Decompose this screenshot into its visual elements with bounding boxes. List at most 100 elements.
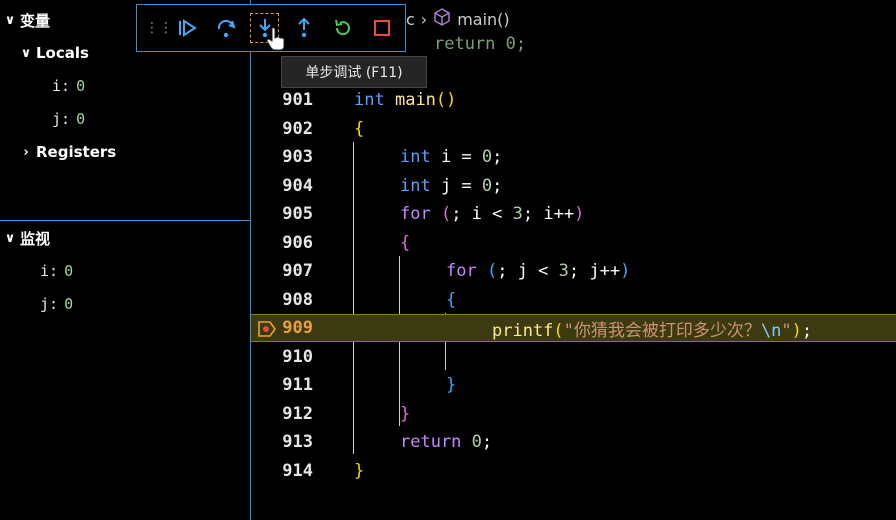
locals-scope[interactable]: ∨ Locals: [16, 38, 89, 68]
number: 0: [481, 147, 493, 167]
line-number: 912: [282, 404, 313, 424]
code-line: 911 }: [251, 371, 896, 399]
paren: ): [574, 204, 585, 224]
line-number: 910: [282, 347, 313, 367]
function-name: printf: [492, 320, 554, 341]
code-line: 912 }: [251, 400, 896, 428]
variables-title: 变量: [20, 11, 51, 30]
code-line: 913 return 0;: [251, 428, 896, 456]
chevron-down-icon: ∨: [4, 230, 16, 246]
restart-button[interactable]: [323, 8, 362, 48]
keyword: for: [446, 261, 477, 281]
registers-label: Registers: [36, 143, 117, 161]
brace: }: [446, 375, 457, 395]
current-line-highlight: 909 printf("你猜我会被打印多少次？\n");: [251, 314, 896, 342]
watch-value: 0: [64, 262, 74, 280]
variable-value: 0: [76, 77, 86, 95]
step-over-button[interactable]: [206, 8, 245, 48]
tooltip: 单步调试 (F11): [281, 56, 427, 88]
watch-row-j[interactable]: j: 0: [40, 289, 73, 319]
brace: }: [354, 461, 365, 481]
watch-section-header[interactable]: ∨ 监视: [0, 223, 50, 253]
code-line: 904 int j = 0;: [251, 172, 896, 200]
line-number: 904: [282, 176, 313, 196]
keyword: int: [400, 176, 431, 196]
chevron-right-icon: ›: [23, 144, 29, 160]
step-out-icon: [297, 17, 310, 38]
string: "你猜我会被打印多少次？: [563, 320, 761, 341]
paren: (: [553, 320, 564, 341]
variable-value: 0: [76, 110, 86, 128]
code-text: ;: [801, 320, 813, 341]
keyword: return: [400, 432, 462, 452]
line-number: 909: [282, 318, 313, 338]
code-text: ;: [481, 432, 493, 452]
registers-scope[interactable]: › Registers: [16, 137, 116, 167]
code-line: 914 }: [251, 457, 896, 485]
keyword: for: [400, 204, 431, 224]
drag-handle-icon[interactable]: ⋮⋮: [145, 20, 173, 36]
code-text: ;: [492, 176, 503, 196]
watch-name: j:: [40, 295, 59, 313]
line-number: 913: [282, 432, 313, 452]
number: 3: [512, 204, 523, 224]
line-number: 906: [282, 233, 313, 253]
variables-section-header[interactable]: ∨ 变量: [0, 5, 50, 35]
debug-sidebar: ∨ 变量 ∨ Locals i: 0 j: 0 › Registers ∨ 监视…: [0, 0, 251, 520]
step-out-button[interactable]: [284, 8, 323, 48]
code-text: ; i++: [522, 204, 575, 224]
paren: (: [476, 261, 498, 281]
brace: {: [400, 233, 411, 253]
chevron-down-icon: ∨: [20, 45, 32, 61]
code-text: ; i <: [451, 204, 513, 224]
line-number: 908: [282, 290, 313, 310]
keyword: int: [400, 147, 431, 167]
variable-name: j:: [52, 110, 71, 128]
variable-row-i[interactable]: i: 0: [52, 71, 85, 101]
paren: (: [430, 204, 452, 224]
code-text: ; j <: [497, 261, 559, 281]
panel-divider[interactable]: [0, 220, 250, 221]
line-number: 914: [282, 461, 313, 481]
code-line: 910: [251, 343, 896, 371]
code-line: 903 int i = 0;: [251, 143, 896, 171]
escape-sequence: \n: [760, 320, 782, 341]
code-text: return 0;: [434, 34, 527, 54]
code-line: 907 for (; j < 3; j++): [251, 257, 896, 285]
brace: {: [354, 119, 365, 139]
code-line: 901 int main(): [251, 86, 896, 114]
line-number: 903: [282, 147, 313, 167]
code-line: 902 {: [251, 115, 896, 143]
line-number: 902: [282, 119, 313, 139]
code-text: ; j++: [568, 261, 621, 281]
chevron-down-icon: ∨: [4, 12, 16, 28]
watch-value: 0: [64, 295, 74, 313]
line-number: 905: [282, 204, 313, 224]
locals-label: Locals: [36, 44, 89, 62]
brace: }: [400, 404, 411, 424]
line-number: 901: [282, 90, 313, 110]
number: 0: [461, 432, 482, 452]
code-text: ;: [492, 147, 503, 167]
line-number: 911: [282, 375, 313, 395]
line-number: 907: [282, 261, 313, 281]
restart-icon: [334, 19, 350, 36]
brace: {: [446, 290, 457, 310]
watch-row-i[interactable]: i: 0: [40, 256, 73, 286]
paren: ): [620, 261, 631, 281]
variable-row-j[interactable]: j: 0: [52, 104, 85, 134]
string: ": [781, 320, 792, 341]
code-text: j =: [430, 176, 482, 196]
code-line: 905 for (; i < 3; i++): [251, 200, 896, 228]
keyword: int: [354, 90, 385, 110]
paren: (): [435, 90, 457, 110]
stop-button[interactable]: [362, 8, 401, 48]
continue-button[interactable]: [167, 8, 206, 48]
debug-toolbar: ⋮⋮: [136, 4, 406, 52]
step-into-button[interactable]: [245, 8, 285, 51]
code-line: 906 {: [251, 229, 896, 257]
code-text: i =: [430, 147, 482, 167]
number: 0: [481, 176, 493, 196]
number: 3: [558, 261, 569, 281]
watch-name: i:: [40, 262, 59, 280]
